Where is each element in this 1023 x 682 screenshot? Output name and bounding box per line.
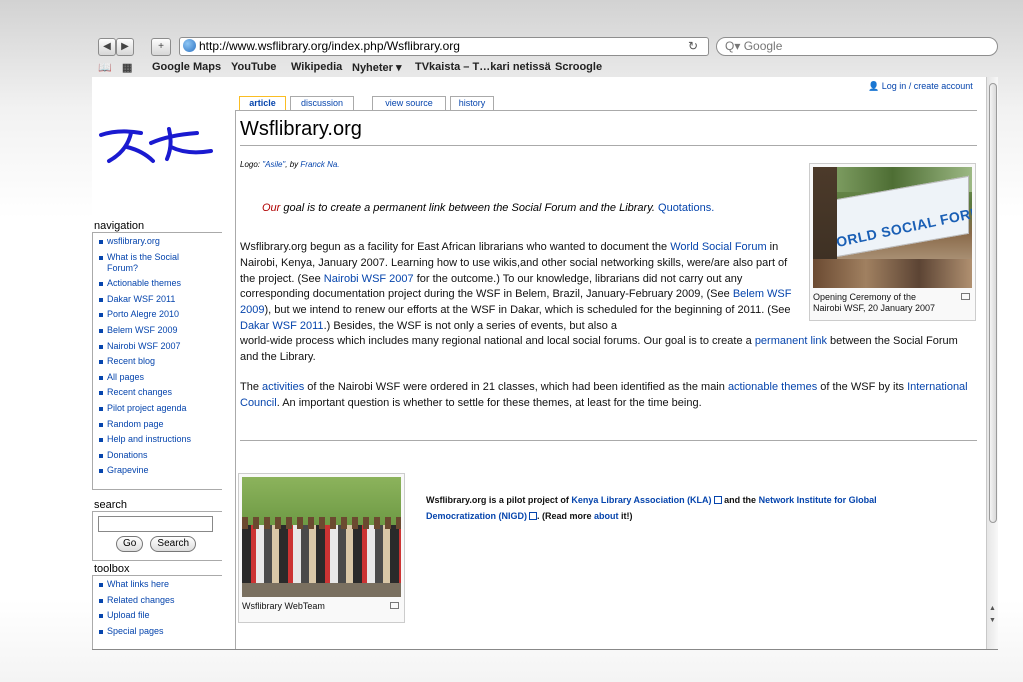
activities-paragraph: The activities of the Nairobi WSF were o… bbox=[240, 381, 968, 409]
scrollbar-thumb[interactable] bbox=[989, 83, 997, 523]
bookmark-nyheter[interactable]: Nyheter ▾ bbox=[352, 61, 402, 74]
bookmark-tvkaista[interactable]: TVkaista – T…kari netissä bbox=[415, 61, 551, 73]
navigation-portlet: navigation wsflibrary.org What is the So… bbox=[92, 220, 222, 490]
nairobi-wsf-link[interactable]: Nairobi WSF 2007 bbox=[324, 273, 414, 285]
external-link-icon bbox=[713, 496, 722, 504]
nav-item-wsflibrary[interactable]: wsflibrary.org bbox=[97, 236, 222, 247]
dakar-wsf-link[interactable]: Dakar WSF 2011 bbox=[240, 320, 324, 332]
toolbox-item-what-links-here[interactable]: What links here bbox=[97, 579, 222, 590]
webteam-photo[interactable] bbox=[242, 477, 401, 597]
title-divider bbox=[240, 145, 977, 146]
search-button[interactable]: Search bbox=[150, 536, 197, 552]
back-button[interactable]: ◀ bbox=[98, 38, 116, 56]
book-icon[interactable]: 📖 bbox=[98, 61, 112, 74]
bookmark-google-maps[interactable]: Google Maps bbox=[152, 61, 221, 73]
article-content: Wsflibrary.org Logo: "Asile", by Franck … bbox=[235, 110, 977, 649]
nav-item-all-pages[interactable]: All pages bbox=[97, 372, 222, 383]
nav-item-pilot-agenda[interactable]: Pilot project agenda bbox=[97, 403, 222, 414]
toolbox-item-special-pages[interactable]: Special pages bbox=[97, 626, 222, 637]
nav-item-what-is-social-forum[interactable]: What is the Social Forum? bbox=[97, 252, 197, 274]
enlarge-icon[interactable] bbox=[961, 293, 970, 300]
search-field[interactable]: Q▾ Google bbox=[716, 37, 998, 56]
nav-item-belem[interactable]: Belem WSF 2009 bbox=[97, 325, 222, 336]
wiki-search-input[interactable] bbox=[98, 516, 213, 532]
permanent-link-link[interactable]: permanent link bbox=[755, 335, 827, 347]
nav-item-nairobi[interactable]: Nairobi WSF 2007 bbox=[97, 341, 222, 352]
tab-history[interactable]: history bbox=[450, 96, 494, 110]
page-title: Wsflibrary.org bbox=[240, 118, 362, 140]
nav-item-grapevine[interactable]: Grapevine bbox=[97, 465, 222, 476]
thumb-caption-opening: Opening Ceremony of the Nairobi WSF, 20 … bbox=[813, 292, 972, 314]
about-link[interactable]: about bbox=[594, 511, 619, 521]
activities-link[interactable]: activities bbox=[262, 381, 304, 393]
nav-item-random-page[interactable]: Random page bbox=[97, 419, 222, 430]
forward-button[interactable]: ▶ bbox=[116, 38, 134, 56]
bookmarks-bar: 📖 ▦ Google Maps YouTube Wikipedia Nyhete… bbox=[92, 59, 998, 76]
pilot-project-note: Wsflibrary.org is a pilot project of Ken… bbox=[426, 495, 877, 521]
toolbox-item-upload-file[interactable]: Upload file bbox=[97, 610, 222, 621]
login-link[interactable]: 👤 Log in / create account bbox=[868, 81, 973, 92]
thumb-webteam: Wsflibrary WebTeam bbox=[238, 473, 405, 623]
scroll-up-icon[interactable]: ▲ bbox=[989, 605, 996, 612]
grid-icon[interactable]: ▦ bbox=[122, 61, 132, 74]
nav-item-actionable-themes[interactable]: Actionable themes bbox=[97, 278, 222, 289]
scroll-down-icon[interactable]: ▼ bbox=[989, 617, 996, 624]
actionable-themes-link[interactable]: actionable themes bbox=[728, 381, 817, 393]
thumb-caption-webteam: Wsflibrary WebTeam bbox=[242, 601, 401, 612]
thumb-opening-ceremony: WORLD SOCIAL FORUM Opening Ceremony of t… bbox=[809, 163, 976, 321]
external-link-icon bbox=[529, 512, 538, 520]
nav-item-recent-changes[interactable]: Recent changes bbox=[97, 387, 222, 398]
toolbox-heading: toolbox bbox=[94, 563, 130, 575]
nav-item-porto-alegre[interactable]: Porto Alegre 2010 bbox=[97, 309, 222, 320]
url-text: http://www.wsflibrary.org/index.php/Wsfl… bbox=[199, 39, 460, 53]
goal-paragraph: world-wide process which includes many r… bbox=[240, 335, 958, 363]
address-bar[interactable]: http://www.wsflibrary.org/index.php/Wsfl… bbox=[179, 37, 709, 56]
web-page: navigation wsflibrary.org What is the So… bbox=[92, 77, 998, 649]
nav-item-help[interactable]: Help and instructions bbox=[97, 434, 222, 445]
bookmark-youtube[interactable]: YouTube bbox=[231, 61, 276, 73]
intro-paragraph: Wsflibrary.org begun as a facility for E… bbox=[240, 241, 792, 332]
section-divider bbox=[240, 440, 977, 441]
enlarge-icon[interactable] bbox=[390, 602, 399, 609]
world-social-forum-link[interactable]: World Social Forum bbox=[670, 241, 766, 253]
franck-link[interactable]: Franck Na. bbox=[300, 160, 339, 169]
go-button[interactable]: Go bbox=[116, 536, 144, 552]
opening-ceremony-photo[interactable]: WORLD SOCIAL FORUM bbox=[813, 167, 972, 288]
user-icon: 👤 bbox=[868, 81, 880, 91]
search-portlet: search Go Search bbox=[92, 499, 222, 561]
toolbox-portlet: toolbox What links here Related changes … bbox=[92, 563, 222, 649]
tab-view-source[interactable]: view source bbox=[372, 96, 446, 110]
goal-statement: Our goal is to create a permanent link b… bbox=[262, 202, 715, 214]
logo-credit: Logo: "Asile", by Franck Na. bbox=[240, 160, 340, 169]
bookmark-wikipedia[interactable]: Wikipedia bbox=[291, 61, 342, 73]
search-heading: search bbox=[94, 499, 128, 511]
kla-link[interactable]: Kenya Library Association (KLA) bbox=[571, 495, 711, 505]
vertical-scrollbar[interactable]: ▲ ▼ bbox=[986, 77, 998, 649]
globe-icon bbox=[183, 39, 196, 52]
reload-icon[interactable]: ↻ bbox=[688, 38, 698, 55]
site-logo[interactable] bbox=[97, 121, 215, 171]
nav-item-recent-blog[interactable]: Recent blog bbox=[97, 356, 222, 367]
navigation-heading: navigation bbox=[94, 220, 145, 232]
quotations-link[interactable]: Quotations. bbox=[658, 202, 714, 214]
tab-article[interactable]: article bbox=[239, 96, 286, 110]
bookmark-scroogle[interactable]: Scroogle bbox=[555, 61, 602, 73]
nav-item-donations[interactable]: Donations bbox=[97, 450, 222, 461]
nav-item-dakar[interactable]: Dakar WSF 2011 bbox=[97, 294, 222, 305]
asile-link[interactable]: "Asile" bbox=[262, 160, 285, 169]
toolbox-item-related-changes[interactable]: Related changes bbox=[97, 595, 222, 606]
add-bookmark-button[interactable]: + bbox=[151, 38, 171, 56]
window-bottom-edge bbox=[92, 649, 998, 650]
browser-toolbar: ◀ ▶ + http://www.wsflibrary.org/index.ph… bbox=[92, 33, 998, 61]
tab-discussion[interactable]: discussion bbox=[290, 96, 354, 110]
